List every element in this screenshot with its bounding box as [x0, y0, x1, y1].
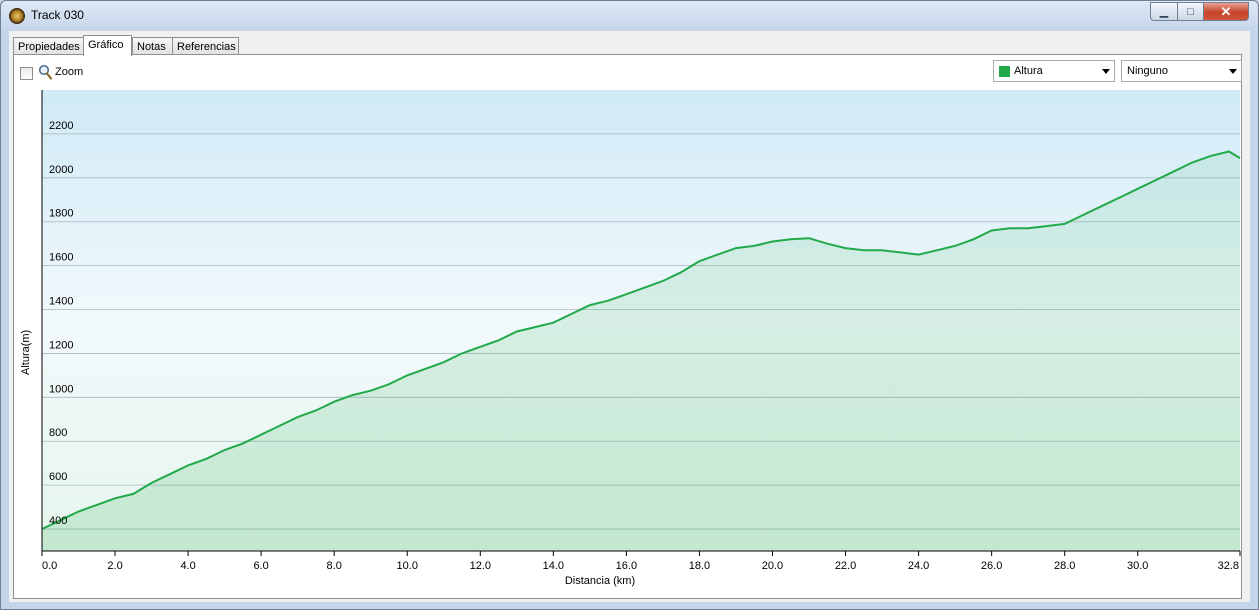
app-window: Track 030 ▁ □ ✕ Propiedades Gráfico Nota…	[0, 0, 1259, 610]
y-tick-label: 800	[49, 427, 67, 439]
y-tick-label: 1200	[49, 339, 73, 351]
tab-notas[interactable]: Notas	[132, 37, 173, 55]
client-area: Propiedades Gráfico Notas Referencias Zo…	[9, 31, 1250, 602]
x-tick-label: 2.0	[107, 560, 122, 572]
x-tick-label: 32.8	[1218, 560, 1239, 572]
y-tick-label: 600	[49, 471, 67, 483]
y-tick-label: 1000	[49, 383, 73, 395]
x-tick-label: 20.0	[762, 560, 783, 572]
tab-propiedades[interactable]: Propiedades	[13, 37, 84, 55]
x-tick-label: 30.0	[1127, 560, 1148, 572]
y-tick-label: 2200	[49, 120, 73, 132]
x-tick-labels: 0.0 2.0 4.0 6.0 8.0 10.0 12.0 14.0 16.0 18.0 20.0 2…	[41, 551, 1241, 572]
x-tick-label: 28.0	[1054, 560, 1075, 572]
x-tick-label: 14.0	[543, 560, 564, 572]
x-tick-label: 8.0	[327, 560, 342, 572]
x-tick-label: 10.0	[397, 560, 418, 572]
close-button[interactable]: ✕	[1203, 2, 1249, 21]
y-tick-label: 1400	[49, 296, 73, 308]
y-tick-label: 2000	[49, 164, 73, 176]
maximize-button[interactable]: □	[1177, 2, 1204, 21]
x-tick-label: 12.0	[470, 560, 491, 572]
x-tick-label: 24.0	[908, 560, 929, 572]
chart-panel: Zoom Altura Ninguno 400 600 800 1000 120…	[13, 54, 1242, 599]
x-axis-title: Distancia (km)	[565, 575, 635, 587]
x-tick-label: 16.0	[616, 560, 637, 572]
y-tick-label: 1600	[49, 252, 73, 264]
x-tick-label: 18.0	[689, 560, 710, 572]
tab-referencias[interactable]: Referencias	[172, 37, 239, 55]
x-tick-label: 6.0	[253, 560, 268, 572]
title-bar[interactable]: Track 030 ▁ □ ✕	[1, 1, 1258, 31]
y-tick-label: 1800	[49, 208, 73, 220]
y-axis-title: Altura(m)	[20, 329, 32, 375]
x-tick-label: 4.0	[180, 560, 195, 572]
x-tick-label: 0.0	[42, 560, 57, 572]
tab-grafico[interactable]: Gráfico	[83, 35, 132, 56]
x-tick-label: 22.0	[835, 560, 856, 572]
elevation-chart[interactable]: 400 600 800 1000 1200 1400 1600 1800 2000 2200 0.…	[14, 55, 1241, 598]
minimize-button[interactable]: ▁	[1150, 2, 1178, 21]
gps-globe-icon	[9, 8, 25, 24]
y-tick-label: 400	[49, 515, 67, 527]
x-tick-label: 26.0	[981, 560, 1002, 572]
window-title: Track 030	[31, 8, 84, 22]
